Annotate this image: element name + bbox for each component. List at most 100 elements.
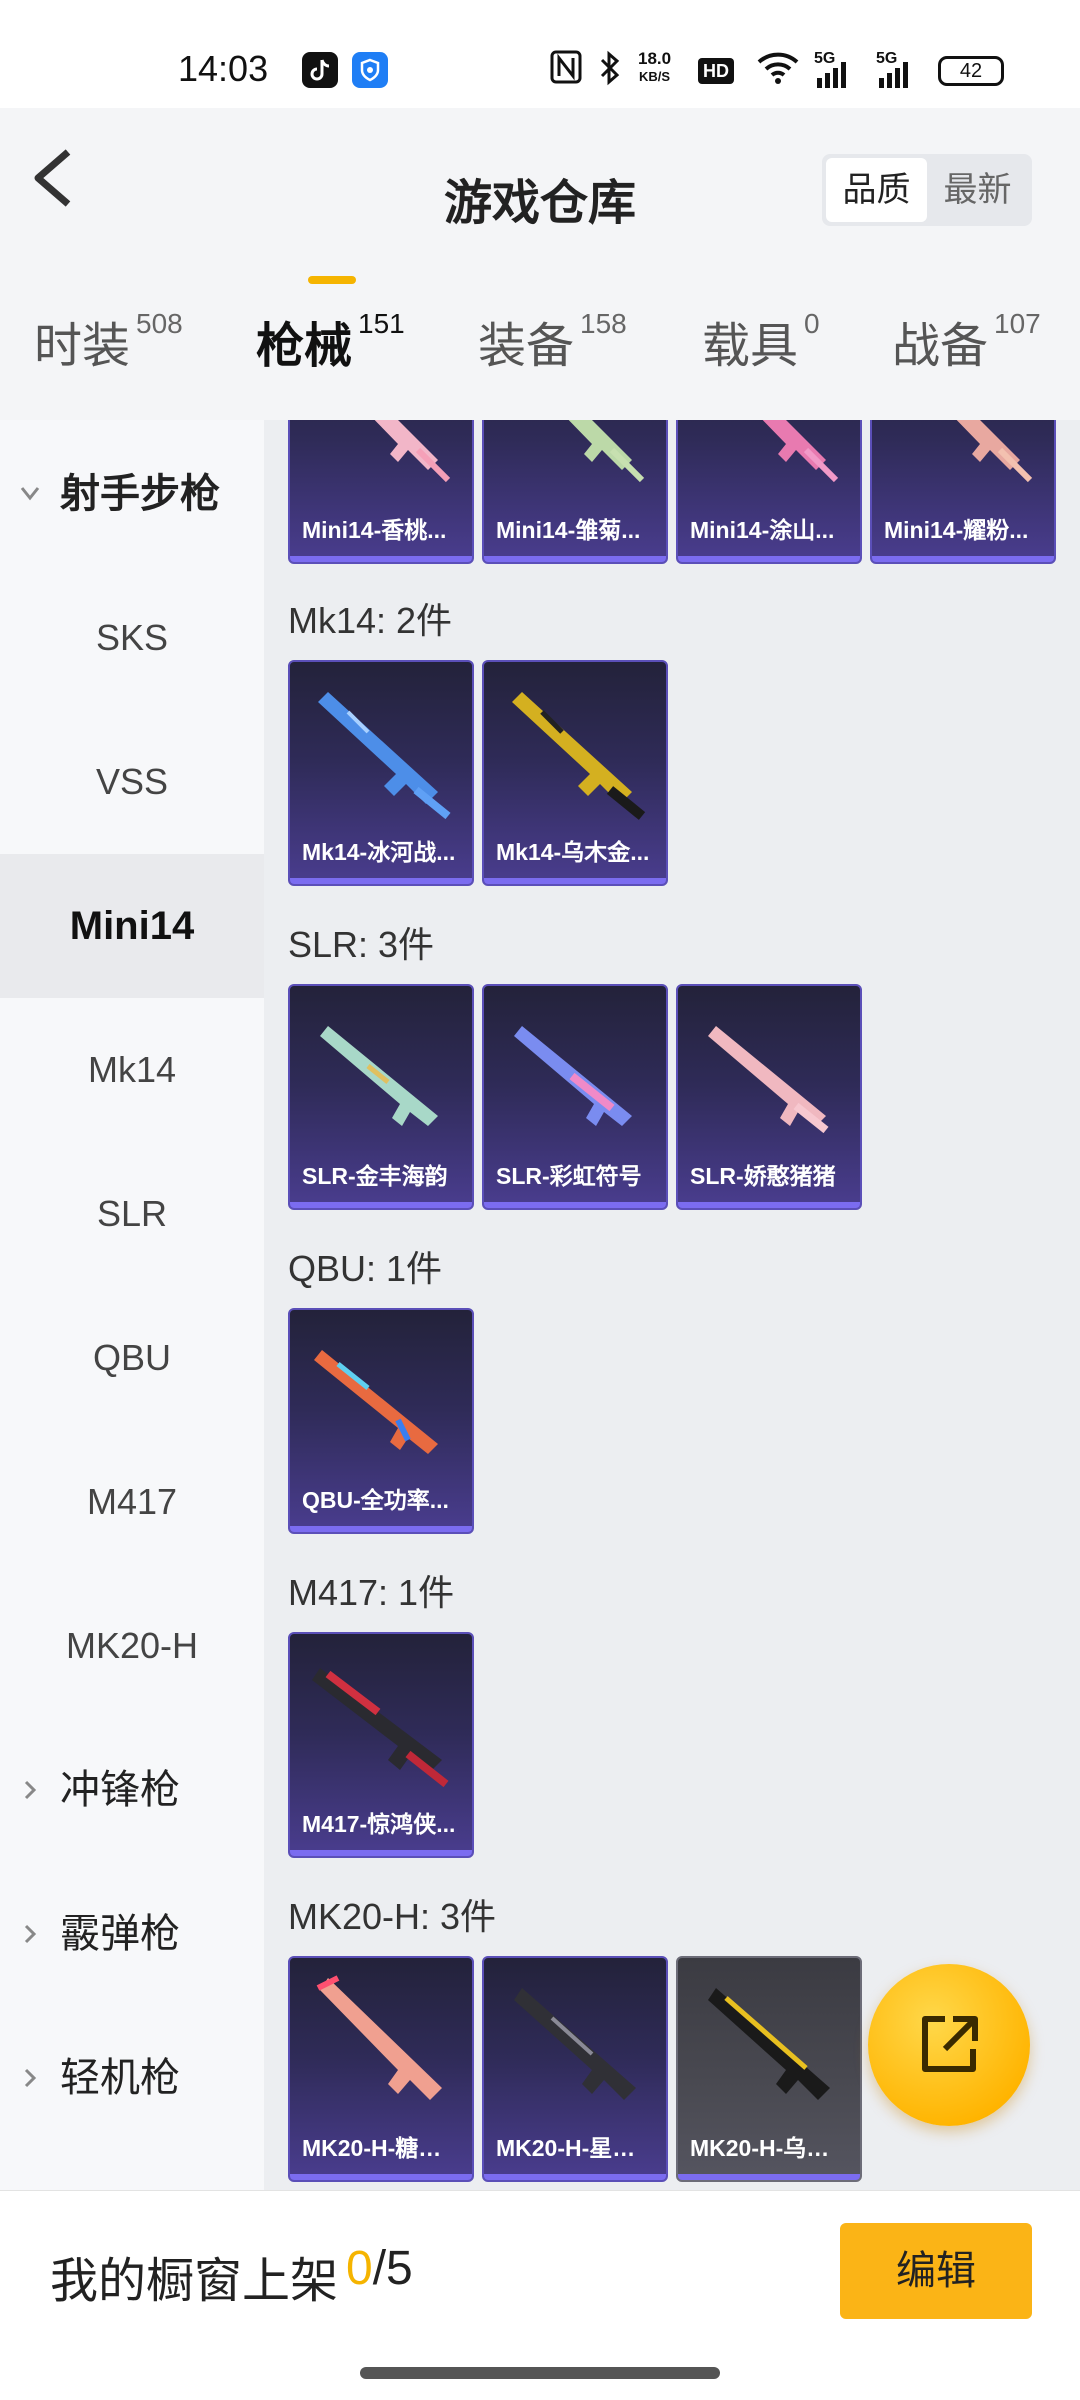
- item-card[interactable]: SLR-娇憨猪猪: [676, 984, 862, 1210]
- tab-count: 107: [994, 308, 1041, 339]
- tab-label: 战备: [892, 320, 989, 373]
- gun-skin-icon: [314, 1350, 438, 1454]
- showcase-total: 5: [386, 2242, 413, 2295]
- item-card[interactable]: M417-惊鸿侠...: [288, 1632, 474, 1858]
- item-card-bar: [872, 556, 1054, 562]
- item-card[interactable]: MK20-H-乌木...: [676, 1956, 862, 2182]
- tab-label: 枪械: [256, 320, 353, 373]
- item-card-bar: [290, 1202, 472, 1208]
- sidebar-item-qbu[interactable]: QBU: [0, 1286, 264, 1430]
- item-card[interactable]: Mini14-香桃...: [288, 420, 474, 564]
- wifi-icon: [756, 50, 800, 91]
- item-card-bar: [290, 2174, 472, 2180]
- battery-indicator: 42: [938, 56, 1004, 86]
- item-card[interactable]: Mini14-涂山...: [676, 420, 862, 564]
- share-fab-button[interactable]: [868, 1964, 1030, 2126]
- gun-skin-icon: [956, 420, 1033, 483]
- gun-skin-icon: [762, 420, 839, 483]
- sort-toggle: 品质 最新: [822, 154, 1032, 226]
- sidebar-group-label: 冲锋枪: [60, 1768, 180, 1812]
- edit-button[interactable]: 编辑: [840, 2223, 1032, 2319]
- item-card-bar: [484, 1202, 666, 1208]
- status-bar: 14:03 18.0 KB/S HD 5G 5G 42: [0, 0, 1080, 108]
- tab-fashion[interactable]: 时装 508: [34, 306, 183, 376]
- tab-supplies[interactable]: 战备 107: [892, 306, 1041, 376]
- sidebar-item-m417[interactable]: M417: [0, 1430, 264, 1574]
- sidebar-group-smg[interactable]: 冲锋枪: [0, 1740, 264, 1840]
- item-card[interactable]: MK20-H-星途...: [482, 1956, 668, 2182]
- tab-count: 158: [580, 308, 627, 339]
- item-card[interactable]: Mk14-乌木金...: [482, 660, 668, 886]
- active-tab-indicator: [308, 276, 356, 284]
- section-title-mk14: Mk14: 2件: [288, 600, 453, 641]
- gun-skin-icon: [708, 1026, 829, 1134]
- tab-guns[interactable]: 枪械 151: [256, 306, 405, 376]
- tab-label: 载具: [702, 320, 799, 373]
- sidebar-group-marksman[interactable]: 射手步枪: [0, 444, 264, 544]
- section-title-mk20h: MK20-H: 3件: [288, 1896, 497, 1937]
- item-card-label: Mk14-冰河战...: [302, 839, 456, 865]
- tab-vehicles[interactable]: 载具 0: [702, 306, 820, 376]
- item-card[interactable]: Mini14-雏菊...: [482, 420, 668, 564]
- tab-count: 151: [358, 308, 405, 339]
- tab-equipment[interactable]: 装备 158: [478, 306, 627, 376]
- sidebar-item-mk14[interactable]: Mk14: [0, 998, 264, 1142]
- network-speed-unit: KB/S: [639, 69, 671, 84]
- item-card[interactable]: Mk14-冰河战...: [288, 660, 474, 886]
- item-card[interactable]: SLR-金丰海韵: [288, 984, 474, 1210]
- item-card-label: QBU-全功率...: [302, 1487, 449, 1513]
- home-indicator[interactable]: [360, 2367, 720, 2379]
- section-title-m417: M417: 1件: [288, 1572, 455, 1613]
- item-card[interactable]: QBU-全功率...: [288, 1308, 474, 1534]
- item-card-label: SLR-彩虹符号: [496, 1163, 642, 1189]
- sidebar-item-mini14[interactable]: Mini14: [0, 854, 264, 998]
- gun-skin-icon: [708, 1988, 830, 2100]
- tab-label: 时装: [34, 320, 131, 373]
- sidebar-group-label: 霰弹枪: [60, 1912, 180, 1956]
- item-card-label: MK20-H-星途...: [496, 2135, 655, 2161]
- item-card-bar: [290, 1526, 472, 1532]
- item-card[interactable]: Mini14-耀粉...: [870, 420, 1056, 564]
- item-card-bar: [484, 878, 666, 884]
- sidebar-item-vss[interactable]: VSS: [0, 710, 264, 854]
- chevron-right-icon: [24, 1924, 37, 1944]
- item-card-label: SLR-金丰海韵: [302, 1163, 448, 1189]
- item-card-label: Mini14-涂山...: [690, 517, 835, 543]
- showcase-bar: 我的橱窗上架 0/5 编辑: [0, 2190, 1080, 2400]
- hd-voice-badge: HD: [698, 58, 734, 84]
- item-card-label: Mini14-耀粉...: [884, 517, 1029, 543]
- chevron-down-icon: [20, 487, 40, 501]
- sort-newest-option[interactable]: 最新: [927, 158, 1028, 222]
- sidebar-item-slr[interactable]: SLR: [0, 1142, 264, 1286]
- sidebar-group-label: 射手步枪: [60, 472, 220, 516]
- showcase-current: 0: [346, 2242, 373, 2295]
- chevron-right-icon: [24, 2068, 37, 2088]
- gun-skin-icon: [568, 420, 645, 483]
- sidebar-item-sks[interactable]: SKS: [0, 566, 264, 710]
- signal-bars-icon-1: [816, 62, 848, 95]
- item-card-bar: [678, 2174, 860, 2180]
- item-card-bar: [290, 1850, 472, 1856]
- sidebar-group-shotgun[interactable]: 霰弹枪: [0, 1884, 264, 1984]
- sort-quality-option[interactable]: 品质: [826, 158, 927, 222]
- signal-bars-icon-2: [878, 62, 910, 95]
- item-card-bar: [290, 556, 472, 562]
- gun-skin-icon: [316, 1975, 442, 2100]
- tiktok-app-icon: [302, 52, 338, 88]
- showcase-count: 0/5: [346, 2241, 413, 2296]
- sidebar-group-lmg[interactable]: 轻机枪: [0, 2028, 264, 2128]
- category-sidebar: 射手步枪 SKS VSS Mini14 Mk14 SLR QBU M417 MK…: [0, 420, 264, 2190]
- item-card-bar: [484, 556, 666, 562]
- gun-skin-icon: [312, 1668, 449, 1788]
- tab-label: 装备: [478, 320, 575, 373]
- item-card-bar: [484, 2174, 666, 2180]
- network-speed-value: 18.0: [638, 49, 672, 68]
- section-title-slr: SLR: 3件: [288, 924, 435, 965]
- item-card[interactable]: SLR-彩虹符号: [482, 984, 668, 1210]
- sidebar-item-mk20h[interactable]: MK20-H: [0, 1574, 264, 1718]
- item-grid: Mini14-香桃... Mini14-雏菊... Mini14-涂山... M…: [264, 420, 1080, 2190]
- showcase-label: 我的橱窗上架: [50, 2255, 339, 2308]
- gun-skin-icon: [320, 1026, 438, 1126]
- item-card[interactable]: MK20-H-糖糖...: [288, 1956, 474, 2182]
- item-card-bar: [678, 556, 860, 562]
